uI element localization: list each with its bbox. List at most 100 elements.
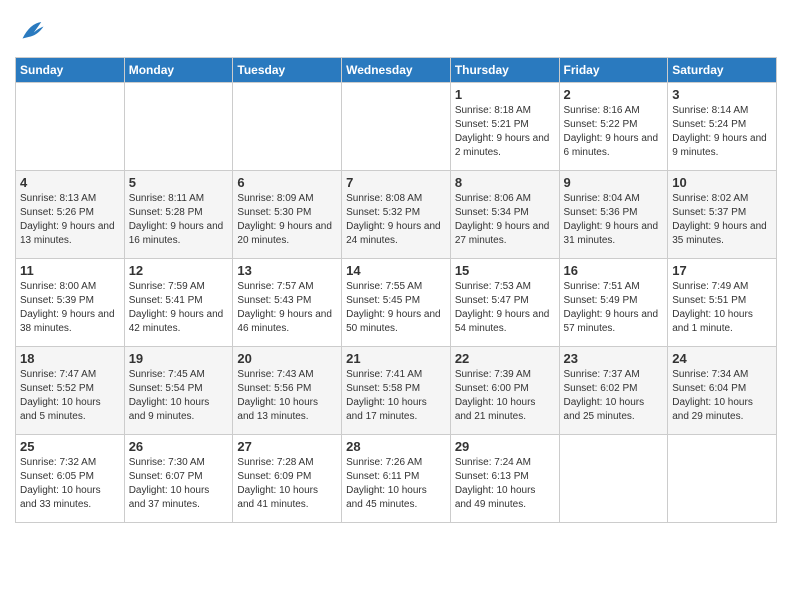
day-number: 21 bbox=[346, 351, 446, 366]
calendar-cell: 16 Sunrise: 7:51 AM Sunset: 5:49 PM Dayli… bbox=[559, 259, 668, 347]
day-detail: Sunrise: 7:28 AM Sunset: 6:09 PM Dayligh… bbox=[237, 456, 337, 512]
day-number: 2 bbox=[564, 87, 664, 102]
day-detail: Sunrise: 7:55 AM Sunset: 5:45 PM Dayligh… bbox=[346, 280, 446, 336]
day-detail: Sunrise: 8:00 AM Sunset: 5:39 PM Dayligh… bbox=[20, 280, 120, 336]
day-detail: Sunrise: 8:09 AM Sunset: 5:30 PM Dayligh… bbox=[237, 192, 337, 248]
logo bbox=[15, 16, 49, 51]
day-number: 17 bbox=[672, 263, 772, 278]
calendar-cell: 9 Sunrise: 8:04 AM Sunset: 5:36 PM Daylig… bbox=[559, 171, 668, 259]
day-number: 29 bbox=[455, 439, 555, 454]
calendar-cell: 28 Sunrise: 7:26 AM Sunset: 6:11 PM Dayli… bbox=[342, 435, 451, 523]
calendar-cell: 7 Sunrise: 8:08 AM Sunset: 5:32 PM Daylig… bbox=[342, 171, 451, 259]
calendar-cell: 13 Sunrise: 7:57 AM Sunset: 5:43 PM Dayli… bbox=[233, 259, 342, 347]
day-number: 3 bbox=[672, 87, 772, 102]
day-number: 28 bbox=[346, 439, 446, 454]
calendar-cell: 1 Sunrise: 8:18 AM Sunset: 5:21 PM Daylig… bbox=[450, 83, 559, 171]
calendar-cell bbox=[342, 83, 451, 171]
day-detail: Sunrise: 8:14 AM Sunset: 5:24 PM Dayligh… bbox=[672, 104, 772, 160]
day-number: 25 bbox=[20, 439, 120, 454]
calendar-cell: 14 Sunrise: 7:55 AM Sunset: 5:45 PM Dayli… bbox=[342, 259, 451, 347]
calendar-cell: 11 Sunrise: 8:00 AM Sunset: 5:39 PM Dayli… bbox=[16, 259, 125, 347]
day-number: 12 bbox=[129, 263, 229, 278]
day-detail: Sunrise: 7:57 AM Sunset: 5:43 PM Dayligh… bbox=[237, 280, 337, 336]
day-number: 26 bbox=[129, 439, 229, 454]
day-number: 10 bbox=[672, 175, 772, 190]
day-detail: Sunrise: 8:02 AM Sunset: 5:37 PM Dayligh… bbox=[672, 192, 772, 248]
calendar-cell bbox=[559, 435, 668, 523]
calendar-cell bbox=[124, 83, 233, 171]
calendar-cell: 29 Sunrise: 7:24 AM Sunset: 6:13 PM Dayli… bbox=[450, 435, 559, 523]
day-detail: Sunrise: 7:32 AM Sunset: 6:05 PM Dayligh… bbox=[20, 456, 120, 512]
calendar-cell bbox=[233, 83, 342, 171]
calendar-cell bbox=[16, 83, 125, 171]
calendar-cell: 19 Sunrise: 7:45 AM Sunset: 5:54 PM Dayli… bbox=[124, 347, 233, 435]
weekday-header-monday: Monday bbox=[124, 58, 233, 83]
header bbox=[15, 10, 777, 51]
day-detail: Sunrise: 7:26 AM Sunset: 6:11 PM Dayligh… bbox=[346, 456, 446, 512]
calendar-cell: 2 Sunrise: 8:16 AM Sunset: 5:22 PM Daylig… bbox=[559, 83, 668, 171]
day-number: 4 bbox=[20, 175, 120, 190]
day-detail: Sunrise: 7:30 AM Sunset: 6:07 PM Dayligh… bbox=[129, 456, 229, 512]
day-detail: Sunrise: 7:24 AM Sunset: 6:13 PM Dayligh… bbox=[455, 456, 555, 512]
calendar-cell: 26 Sunrise: 7:30 AM Sunset: 6:07 PM Dayli… bbox=[124, 435, 233, 523]
calendar-cell: 25 Sunrise: 7:32 AM Sunset: 6:05 PM Dayli… bbox=[16, 435, 125, 523]
day-detail: Sunrise: 8:06 AM Sunset: 5:34 PM Dayligh… bbox=[455, 192, 555, 248]
day-number: 20 bbox=[237, 351, 337, 366]
weekday-header-tuesday: Tuesday bbox=[233, 58, 342, 83]
weekday-header-saturday: Saturday bbox=[668, 58, 777, 83]
day-number: 24 bbox=[672, 351, 772, 366]
day-detail: Sunrise: 7:43 AM Sunset: 5:56 PM Dayligh… bbox=[237, 368, 337, 424]
day-number: 6 bbox=[237, 175, 337, 190]
day-number: 7 bbox=[346, 175, 446, 190]
day-detail: Sunrise: 7:45 AM Sunset: 5:54 PM Dayligh… bbox=[129, 368, 229, 424]
day-detail: Sunrise: 7:41 AM Sunset: 5:58 PM Dayligh… bbox=[346, 368, 446, 424]
day-number: 9 bbox=[564, 175, 664, 190]
weekday-header-friday: Friday bbox=[559, 58, 668, 83]
calendar-cell: 23 Sunrise: 7:37 AM Sunset: 6:02 PM Dayli… bbox=[559, 347, 668, 435]
day-detail: Sunrise: 7:39 AM Sunset: 6:00 PM Dayligh… bbox=[455, 368, 555, 424]
day-number: 18 bbox=[20, 351, 120, 366]
day-detail: Sunrise: 7:34 AM Sunset: 6:04 PM Dayligh… bbox=[672, 368, 772, 424]
calendar-cell: 27 Sunrise: 7:28 AM Sunset: 6:09 PM Dayli… bbox=[233, 435, 342, 523]
day-number: 22 bbox=[455, 351, 555, 366]
weekday-header-sunday: Sunday bbox=[16, 58, 125, 83]
calendar-cell: 6 Sunrise: 8:09 AM Sunset: 5:30 PM Daylig… bbox=[233, 171, 342, 259]
day-detail: Sunrise: 8:16 AM Sunset: 5:22 PM Dayligh… bbox=[564, 104, 664, 160]
day-detail: Sunrise: 7:53 AM Sunset: 5:47 PM Dayligh… bbox=[455, 280, 555, 336]
day-detail: Sunrise: 8:04 AM Sunset: 5:36 PM Dayligh… bbox=[564, 192, 664, 248]
calendar-cell: 3 Sunrise: 8:14 AM Sunset: 5:24 PM Daylig… bbox=[668, 83, 777, 171]
calendar-cell: 17 Sunrise: 7:49 AM Sunset: 5:51 PM Dayli… bbox=[668, 259, 777, 347]
calendar-cell: 21 Sunrise: 7:41 AM Sunset: 5:58 PM Dayli… bbox=[342, 347, 451, 435]
calendar-cell: 22 Sunrise: 7:39 AM Sunset: 6:00 PM Dayli… bbox=[450, 347, 559, 435]
weekday-header-thursday: Thursday bbox=[450, 58, 559, 83]
day-number: 5 bbox=[129, 175, 229, 190]
calendar-cell: 10 Sunrise: 8:02 AM Sunset: 5:37 PM Dayli… bbox=[668, 171, 777, 259]
calendar-cell: 12Sunrise: 7:59 AM Sunset: 5:41 PM Dayli… bbox=[124, 259, 233, 347]
day-number: 14 bbox=[346, 263, 446, 278]
day-detail: Sunrise: 8:13 AM Sunset: 5:26 PM Dayligh… bbox=[20, 192, 120, 248]
calendar-cell: 20 Sunrise: 7:43 AM Sunset: 5:56 PM Dayli… bbox=[233, 347, 342, 435]
day-number: 16 bbox=[564, 263, 664, 278]
calendar-cell bbox=[668, 435, 777, 523]
calendar-cell: 18 Sunrise: 7:47 AM Sunset: 5:52 PM Dayli… bbox=[16, 347, 125, 435]
day-number: 15 bbox=[455, 263, 555, 278]
day-number: 27 bbox=[237, 439, 337, 454]
calendar-cell: 24 Sunrise: 7:34 AM Sunset: 6:04 PM Dayli… bbox=[668, 347, 777, 435]
day-number: 23 bbox=[564, 351, 664, 366]
calendar-cell: 5 Sunrise: 8:11 AM Sunset: 5:28 PM Daylig… bbox=[124, 171, 233, 259]
day-detail: Sunrise: 8:08 AM Sunset: 5:32 PM Dayligh… bbox=[346, 192, 446, 248]
day-detail: Sunrise: 7:51 AM Sunset: 5:49 PM Dayligh… bbox=[564, 280, 664, 336]
day-number: 8 bbox=[455, 175, 555, 190]
calendar: SundayMondayTuesdayWednesdayThursdayFrid… bbox=[15, 57, 777, 523]
day-detail: Sunrise: 7:49 AM Sunset: 5:51 PM Dayligh… bbox=[672, 280, 772, 336]
day-detail: Sunrise: 8:11 AM Sunset: 5:28 PM Dayligh… bbox=[129, 192, 229, 248]
day-number: 1 bbox=[455, 87, 555, 102]
day-detail: Sunrise: 7:37 AM Sunset: 6:02 PM Dayligh… bbox=[564, 368, 664, 424]
day-number: 19 bbox=[129, 351, 229, 366]
day-detail: Sunrise: 7:47 AM Sunset: 5:52 PM Dayligh… bbox=[20, 368, 120, 424]
day-number: 11 bbox=[20, 263, 120, 278]
calendar-cell: 8 Sunrise: 8:06 AM Sunset: 5:34 PM Daylig… bbox=[450, 171, 559, 259]
day-number: 13 bbox=[237, 263, 337, 278]
calendar-cell: 4 Sunrise: 8:13 AM Sunset: 5:26 PM Daylig… bbox=[16, 171, 125, 259]
day-detail: Sunrise: 8:18 AM Sunset: 5:21 PM Dayligh… bbox=[455, 104, 555, 160]
